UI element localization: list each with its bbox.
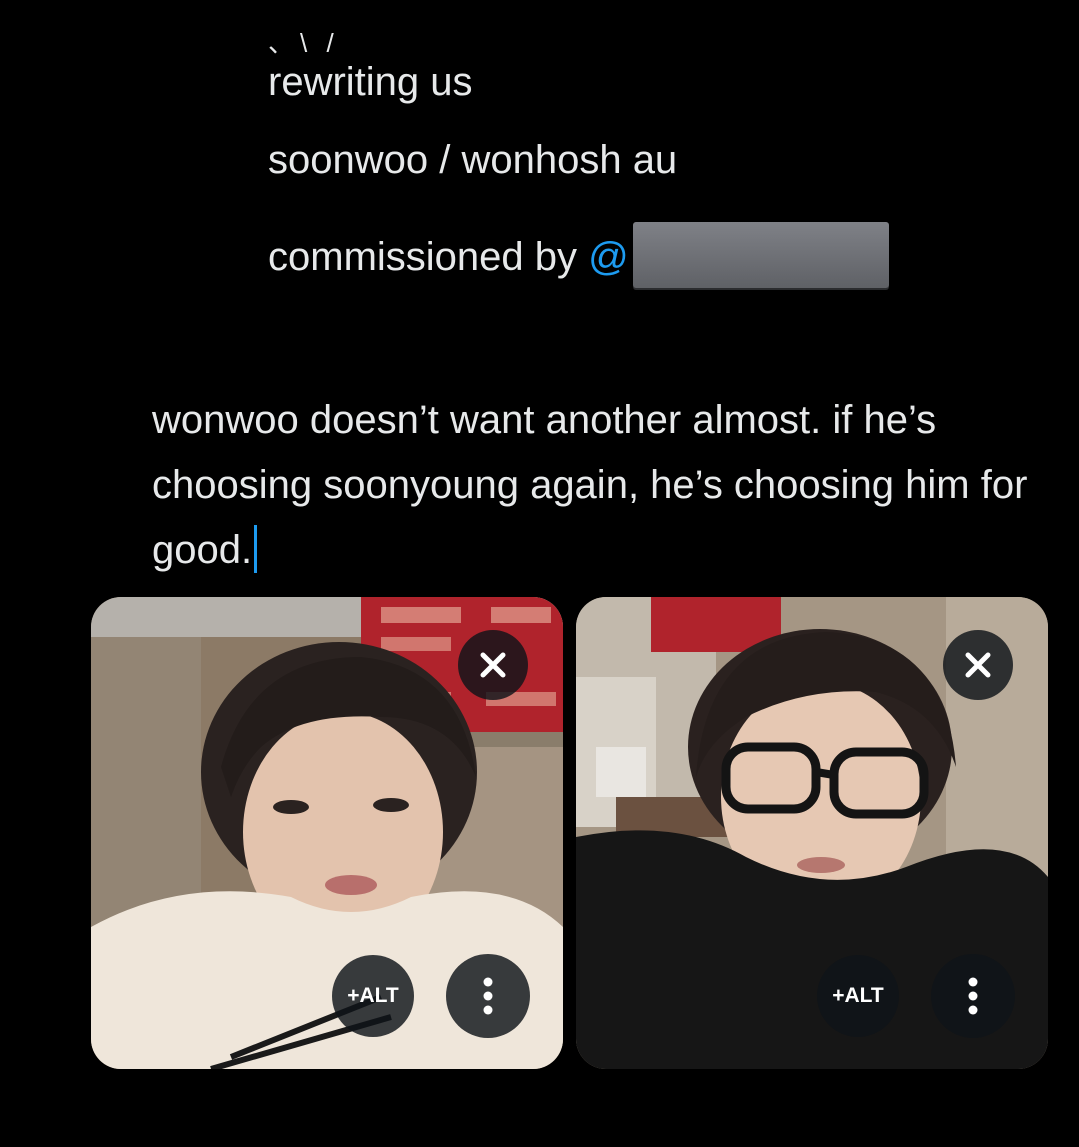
story-title: rewriting us	[268, 60, 473, 104]
media-attachment-1[interactable]: +ALT	[91, 597, 563, 1069]
media-2-more-button[interactable]	[931, 954, 1015, 1038]
text-cursor	[254, 525, 258, 573]
pairing-line: soonwoo / wonhosh au	[268, 138, 678, 182]
media-attachment-2[interactable]: +ALT	[576, 597, 1048, 1069]
close-icon	[480, 652, 506, 678]
add-alt-text-2-button[interactable]: +ALT	[817, 955, 899, 1037]
commission-line: commissioned by @	[268, 218, 889, 296]
more-vertical-icon	[483, 977, 493, 1015]
more-vertical-icon	[968, 977, 978, 1015]
body-text: wonwoo doesn’t want another almost. if h…	[152, 398, 1028, 572]
remove-media-1-button[interactable]	[458, 630, 528, 700]
decorative-marks: 、\ /	[268, 28, 340, 58]
add-alt-text-1-button[interactable]: +ALT	[332, 955, 414, 1037]
remove-media-2-button[interactable]	[943, 630, 1013, 700]
compose-header: 、\ / rewriting us soonwoo / wonhosh au c…	[268, 28, 889, 296]
commission-prefix: commissioned by	[268, 235, 589, 279]
redacted-username	[632, 222, 889, 288]
media-1-more-button[interactable]	[446, 954, 530, 1038]
mention-at-symbol[interactable]: @	[588, 237, 629, 277]
compose-textarea[interactable]: wonwoo doesn’t want another almost. if h…	[152, 388, 1052, 583]
close-icon	[965, 652, 991, 678]
